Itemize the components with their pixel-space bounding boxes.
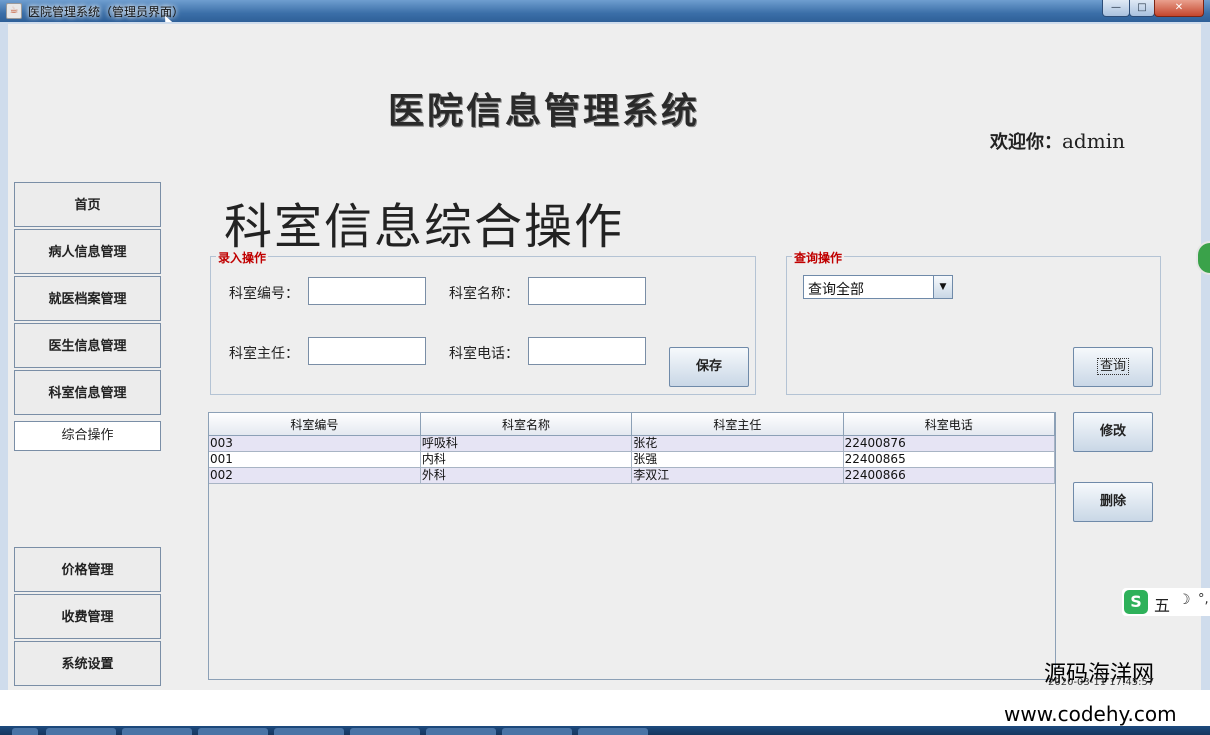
query-type-select[interactable]: 查询全部 ▼ (803, 275, 953, 299)
sidebar-item-doctors[interactable]: 医生信息管理 (14, 323, 161, 368)
section-title: 科室信息综合操作 (224, 199, 625, 255)
delete-button[interactable]: 删除 (1073, 482, 1153, 522)
sidebar-item-records[interactable]: 就医档案管理 (14, 276, 161, 321)
java-app-icon: ☕ (6, 3, 22, 19)
dept-id-input[interactable] (308, 277, 426, 305)
sidebar-item-combined-ops[interactable]: 综合操作 (14, 421, 161, 451)
dept-head-input[interactable] (308, 337, 426, 365)
table-header-row: 科室编号 科室名称 科室主任 科室电话 (209, 413, 1056, 436)
title-bar: ☕ 医院管理系统（管理员界面） — □ ✕ (0, 0, 1210, 22)
cell-dept-name[interactable]: 外科 (420, 467, 633, 484)
cell-dept-head[interactable]: 张花 (631, 435, 844, 452)
welcome-label: 欢迎你： (990, 132, 1062, 153)
entry-legend: 录入操作 (216, 249, 269, 266)
dept-name-input[interactable] (528, 277, 646, 305)
welcome-text: 欢迎你：admin (990, 128, 1125, 154)
taskbar-start-icon[interactable] (12, 728, 38, 735)
cell-dept-phone[interactable]: 22400876 (843, 435, 1056, 452)
cell-dept-phone[interactable]: 22400866 (843, 467, 1056, 484)
cell-dept-phone[interactable]: 22400865 (843, 451, 1056, 468)
cell-dept-id[interactable]: 002 (209, 467, 421, 484)
entry-panel: 录入操作 科室编号： 科室名称： 科室主任： 科室电话： 保存 (210, 249, 756, 395)
table-row[interactable]: 002 外科 李双江 22400866 (209, 467, 1056, 484)
dept-head-label: 科室主任： (229, 346, 299, 362)
cell-dept-head[interactable]: 李双江 (631, 467, 844, 484)
watermark-url: www.codehy.com (1004, 702, 1177, 726)
cell-dept-name[interactable]: 呼吸科 (420, 435, 633, 452)
cell-dept-head[interactable]: 张强 (631, 451, 844, 468)
taskbar-item[interactable] (274, 728, 344, 735)
dept-id-label: 科室编号： (229, 286, 299, 302)
cell-dept-id[interactable]: 001 (209, 451, 421, 468)
cell-dept-id[interactable]: 003 (209, 435, 421, 452)
ime-mode-label[interactable]: 五 (1154, 592, 1170, 616)
punctuation-icon[interactable]: °, (1198, 592, 1209, 607)
sidebar-item-patients[interactable]: 病人信息管理 (14, 229, 161, 274)
sidebar-item-departments[interactable]: 科室信息管理 (14, 370, 161, 415)
dept-phone-label: 科室电话： (449, 346, 519, 362)
clock-text: 2020-03-11 17:45:57 (1048, 677, 1155, 688)
dept-name-label: 科室名称： (449, 286, 519, 302)
sidebar-item-pricing[interactable]: 价格管理 (14, 547, 161, 592)
moon-icon[interactable]: ☽ (1178, 592, 1191, 608)
taskbar-item[interactable] (350, 728, 420, 735)
taskbar-item[interactable] (122, 728, 192, 735)
ime-toolbar[interactable]: S 五 ☽ °, (1122, 588, 1210, 616)
save-button[interactable]: 保存 (669, 347, 749, 387)
dept-phone-input[interactable] (528, 337, 646, 365)
table-row[interactable]: 001 内科 张强 22400865 (209, 451, 1056, 468)
query-button-label: 查询 (1096, 358, 1129, 375)
query-button[interactable]: 查询 (1073, 347, 1153, 387)
table-row[interactable]: 003 呼吸科 张花 22400876 (209, 435, 1056, 452)
sidebar-item-billing[interactable]: 收费管理 (14, 594, 161, 639)
sidebar-item-settings[interactable]: 系统设置 (14, 641, 161, 686)
edit-button[interactable]: 修改 (1073, 412, 1153, 452)
taskbar-item[interactable] (198, 728, 268, 735)
taskbar-item[interactable] (46, 728, 116, 735)
query-legend: 查询操作 (792, 249, 845, 266)
column-header-dept-name[interactable]: 科室名称 (420, 413, 633, 436)
column-header-dept-phone[interactable]: 科室电话 (843, 413, 1056, 436)
column-header-dept-head[interactable]: 科室主任 (631, 413, 844, 436)
username: admin (1062, 129, 1125, 153)
sidebar-item-home[interactable]: 首页 (14, 182, 161, 227)
close-button[interactable]: ✕ (1154, 0, 1204, 17)
taskbar-item[interactable] (578, 728, 648, 735)
dept-table[interactable]: 科室编号 科室名称 科室主任 科室电话 003 呼吸科 张花 22400876 … (208, 412, 1056, 680)
window-frame: 医院信息管理系统 欢迎你：admin 首页 病人信息管理 就医档案管理 医生信息… (0, 22, 1210, 726)
sogou-ime-icon: S (1124, 590, 1148, 614)
column-header-dept-id[interactable]: 科室编号 (209, 413, 421, 436)
query-panel: 查询操作 查询全部 ▼ 查询 (786, 249, 1161, 395)
system-title: 医院信息管理系统 (388, 90, 701, 132)
query-select-value: 查询全部 (808, 282, 864, 298)
minimize-button[interactable]: — (1102, 0, 1130, 17)
client-area: 医院信息管理系统 欢迎你：admin 首页 病人信息管理 就医档案管理 医生信息… (8, 24, 1201, 690)
chevron-down-icon[interactable]: ▼ (933, 276, 952, 298)
cell-dept-name[interactable]: 内科 (420, 451, 633, 468)
taskbar-item[interactable] (426, 728, 496, 735)
taskbar-item[interactable] (502, 728, 572, 735)
maximize-button[interactable]: □ (1129, 0, 1155, 17)
